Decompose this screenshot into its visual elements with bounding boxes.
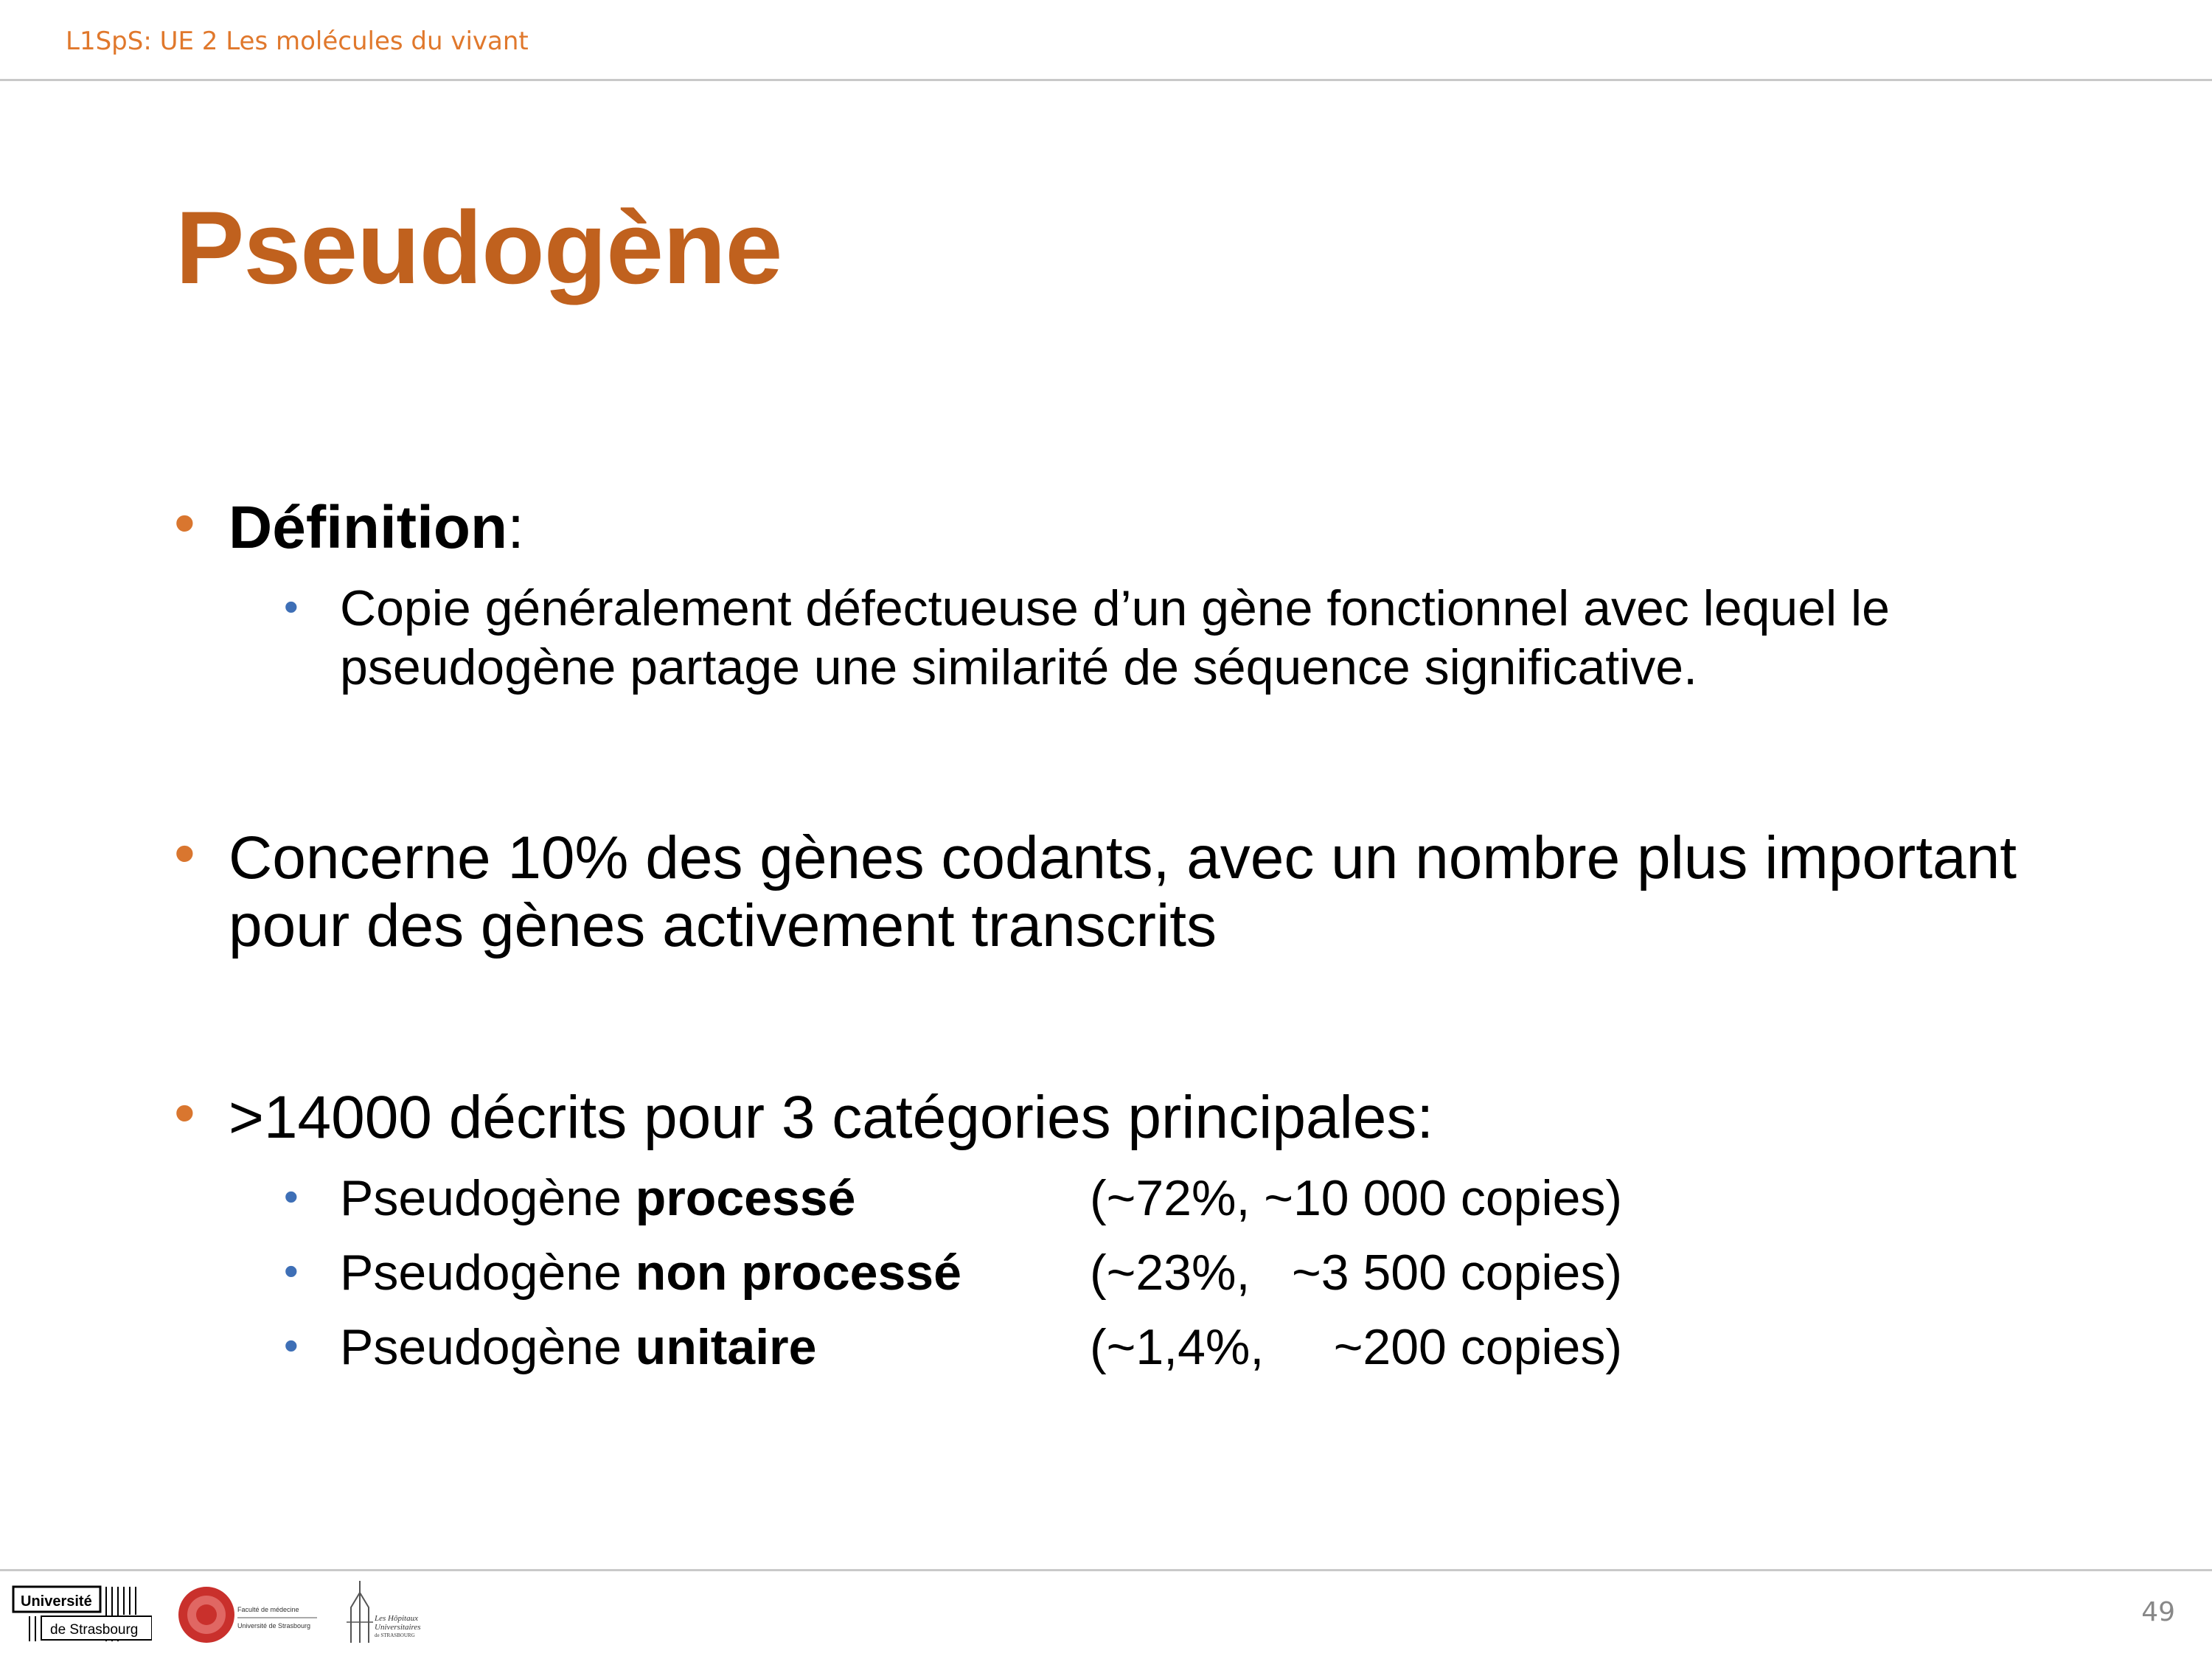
category-name: non processé <box>635 1245 961 1301</box>
hopitaux-universitaires-logo: Les Hôpitaux Universitaires de STRASBOUR… <box>341 1578 429 1646</box>
bullet-dot: • <box>174 1079 195 1147</box>
svg-text:Université de Strasbourg: Université de Strasbourg <box>237 1622 310 1630</box>
bullet-dot: • <box>174 820 195 887</box>
definition-label: Définition <box>229 494 508 561</box>
page-number: 49 <box>2141 1597 2175 1627</box>
concerne-line1: Concerne 10% des gènes codants, avec un … <box>229 824 2017 891</box>
svg-text:Les Hôpitaux: Les Hôpitaux <box>374 1614 418 1623</box>
category-name: unitaire <box>635 1319 817 1375</box>
category-item-unitaire: • Pseudogène unitaire (~1,4%, ~200 copie… <box>284 1318 1815 1377</box>
category-name: processé <box>635 1170 856 1226</box>
subbullet-dot: • <box>284 1173 299 1220</box>
bullet-concerne: • Concerne 10% des gènes codants, avec u… <box>174 820 2017 960</box>
definition-text-line1: Copie généralement défectueuse d’un gène… <box>340 580 1890 636</box>
universite-strasbourg-logo: Université de Strasbourg <box>12 1584 153 1643</box>
footer-divider <box>0 1569 2212 1571</box>
faculte-medecine-logo: Faculté de médecine Université de Strasb… <box>177 1582 324 1646</box>
categories-intro: >14000 décrits pour 3 catégories princip… <box>229 1084 1434 1151</box>
definition-subbullet: • Copie généralement défectueuse d’un gè… <box>284 579 1890 697</box>
svg-text:Université: Université <box>21 1593 92 1610</box>
course-header: L1SpS: UE 2 Les molécules du vivant <box>66 27 529 56</box>
svg-text:de Strasbourg: de Strasbourg <box>50 1622 138 1638</box>
svg-text:de STRASBOURG: de STRASBOURG <box>375 1632 415 1638</box>
category-stats: (~23%, ~3 500 copies) <box>1090 1245 1623 1301</box>
category-item-non-processe: • Pseudogène non processé (~23%, ~3 500 … <box>284 1243 1815 1302</box>
definition-text-line2: pseudogène partage une similarité de séq… <box>340 639 1697 695</box>
concerne-line2: pour des gènes activement transcrits <box>229 892 1217 959</box>
bullet-definition: • Définition: <box>174 490 524 561</box>
subbullet-dot: • <box>284 1248 299 1294</box>
svg-text:Faculté de médecine: Faculté de médecine <box>237 1606 299 1613</box>
svg-text:Universitaires: Universitaires <box>375 1623 421 1632</box>
bullet-dot: • <box>174 490 195 557</box>
header-divider <box>0 79 2212 81</box>
category-stats: (~1,4%, ~200 copies) <box>1090 1319 1622 1375</box>
category-item-processe: • Pseudogène processé (~72%, ~10 000 cop… <box>284 1169 1815 1228</box>
subbullet-dot: • <box>284 583 299 630</box>
category-stats: (~72%, ~10 000 copies) <box>1090 1170 1623 1226</box>
subbullet-dot: • <box>284 1322 299 1368</box>
slide-title: Pseudogène <box>175 189 782 305</box>
bullet-categories: • >14000 décrits pour 3 catégories princ… <box>174 1079 1434 1152</box>
